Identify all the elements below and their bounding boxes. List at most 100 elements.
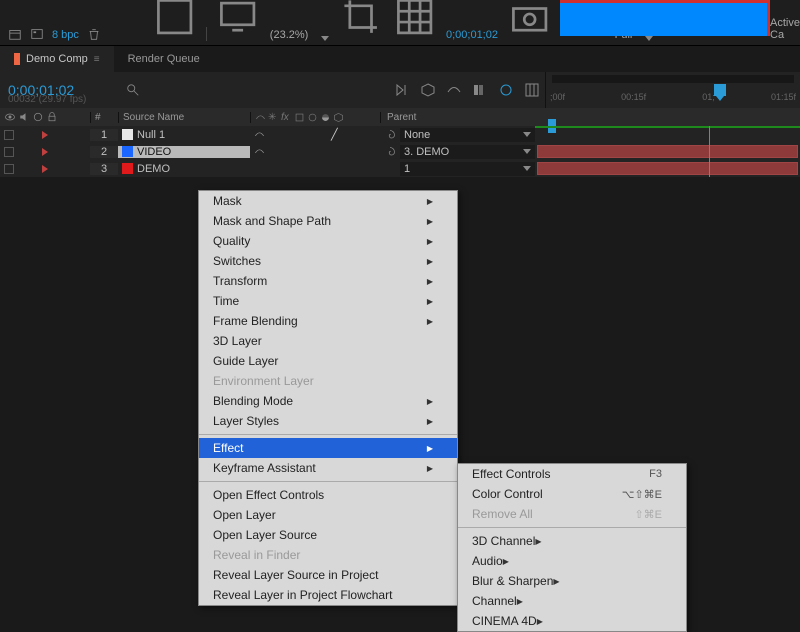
menu-item-blending-mode[interactable]: Blending Mode: [199, 391, 457, 411]
pickwhip-icon[interactable]: [384, 146, 396, 158]
shy-switch[interactable]: [254, 146, 265, 157]
menu-item-reveal-layer-source-in-project[interactable]: Reveal Layer Source in Project: [199, 565, 457, 585]
layer-row[interactable]: 2 VIDEO 3. DEMO: [0, 143, 800, 160]
tab-demo-comp[interactable]: Demo Comp ≡: [0, 46, 114, 72]
bpc-toggle[interactable]: 8 bpc: [52, 29, 79, 41]
menu-item-layer-styles[interactable]: Layer Styles: [199, 411, 457, 431]
3d-switch-icon: [333, 112, 344, 123]
adjustment-switch-icon: [320, 112, 331, 123]
frame-blend-icon[interactable]: [472, 82, 488, 98]
menu-item-open-effect-controls[interactable]: Open Effect Controls: [199, 485, 457, 505]
layer-name-cell[interactable]: VIDEO: [118, 146, 250, 158]
active-camera[interactable]: Active Ca: [770, 17, 800, 41]
composition-preview: [560, 0, 770, 36]
playhead-line: [709, 143, 710, 160]
menu-item-mask[interactable]: Mask: [199, 191, 457, 211]
menu-item-reveal-layer-in-project-flowchart[interactable]: Reveal Layer in Project Flowchart: [199, 585, 457, 605]
chevron-down-icon: [523, 149, 531, 154]
layer-bar[interactable]: [537, 162, 798, 175]
visibility-toggle[interactable]: [4, 130, 14, 140]
layer-name-cell[interactable]: Null 1: [118, 129, 250, 141]
col-number[interactable]: #: [90, 112, 118, 123]
parent-dropdown[interactable]: None: [400, 128, 535, 142]
submenu-item-channel[interactable]: Channel: [458, 591, 686, 611]
layer-row[interactable]: 1 Null 1 ╱ None: [0, 126, 800, 143]
submenu-item-cinema-4d[interactable]: CINEMA 4D: [458, 611, 686, 631]
parent-value: 3. DEMO: [404, 146, 449, 158]
submenu-item-audio[interactable]: Audio: [458, 551, 686, 571]
menu-separator: [458, 527, 686, 528]
grid-icon[interactable]: [393, 0, 436, 41]
eye-column-icon[interactable]: [4, 111, 16, 123]
shy-switch[interactable]: [254, 129, 265, 140]
lock-column-icon[interactable]: [46, 111, 58, 123]
menu-item-environment-layer: Environment Layer: [199, 371, 457, 391]
work-area-bar[interactable]: [552, 75, 794, 83]
motion-blur-icon[interactable]: [498, 82, 514, 98]
layer-color[interactable]: [122, 129, 133, 140]
layer-bar[interactable]: [537, 145, 798, 158]
col-parent[interactable]: Parent: [380, 112, 535, 123]
layer-context-menu: MaskMask and Shape PathQualitySwitchesTr…: [198, 190, 458, 606]
crop-icon[interactable]: [339, 0, 382, 41]
switch-slash[interactable]: ╱: [331, 128, 338, 141]
menu-item-quality[interactable]: Quality: [199, 231, 457, 251]
visibility-toggle[interactable]: [4, 147, 14, 157]
menu-item-open-layer-source[interactable]: Open Layer Source: [199, 525, 457, 545]
submenu-item-blur-sharpen[interactable]: Blur & Sharpen: [458, 571, 686, 591]
timeline-tools: [394, 82, 540, 98]
menu-item-keyframe-assistant[interactable]: Keyframe Assistant: [199, 458, 457, 478]
parent-dropdown[interactable]: 1: [400, 162, 535, 176]
bin-icon[interactable]: [8, 27, 22, 41]
tab-label: Demo Comp: [26, 53, 88, 65]
playhead[interactable]: [714, 84, 726, 96]
layer-color[interactable]: [122, 163, 133, 174]
comp-mini-flowchart-icon[interactable]: [394, 82, 410, 98]
time-ruler[interactable]: ;00f 00:15f 01; 01:15f: [545, 72, 800, 108]
menu-item-open-layer[interactable]: Open Layer: [199, 505, 457, 525]
expand-icon[interactable]: [42, 165, 48, 173]
layer-name-cell[interactable]: DEMO: [118, 163, 250, 175]
chevron-down-icon[interactable]: [321, 36, 329, 41]
snapshot-icon[interactable]: [508, 0, 551, 41]
tab-menu-icon[interactable]: ≡: [94, 54, 100, 65]
monitor-icon[interactable]: [216, 0, 259, 41]
menu-item-time[interactable]: Time: [199, 291, 457, 311]
preview-timecode[interactable]: 0;00;01;02: [446, 29, 498, 41]
zoom-level[interactable]: (23.2%): [270, 29, 309, 41]
layer-row[interactable]: 3 DEMO 1: [0, 160, 800, 177]
pickwhip-icon[interactable]: [384, 129, 396, 141]
mask-toggle-icon[interactable]: [153, 0, 196, 41]
trash-icon[interactable]: [87, 27, 101, 41]
tab-render-queue[interactable]: Render Queue: [114, 46, 214, 72]
submenu-item-color-control[interactable]: Color Control⌥⇧⌘E: [458, 484, 686, 504]
menu-item-mask-and-shape-path[interactable]: Mask and Shape Path: [199, 211, 457, 231]
audio-column-icon[interactable]: [18, 111, 30, 123]
menu-item-3d-layer[interactable]: 3D Layer: [199, 331, 457, 351]
menu-item-effect[interactable]: Effect: [199, 438, 457, 458]
menu-item-frame-blending[interactable]: Frame Blending: [199, 311, 457, 331]
col-source-name[interactable]: Source Name: [118, 112, 250, 123]
layer-number: 2: [90, 146, 118, 158]
expand-icon[interactable]: [42, 131, 48, 139]
playhead-line: [709, 126, 710, 143]
solo-column-icon[interactable]: [32, 111, 44, 123]
draft3d-icon[interactable]: [420, 82, 436, 98]
submenu-item-3d-channel[interactable]: 3D Channel: [458, 531, 686, 551]
layer-list: 1 Null 1 ╱ None 2 VIDEO: [0, 126, 800, 177]
menu-item-transform[interactable]: Transform: [199, 271, 457, 291]
chevron-down-icon[interactable]: [645, 36, 653, 41]
menu-item-switches[interactable]: Switches: [199, 251, 457, 271]
parent-dropdown[interactable]: 3. DEMO: [400, 145, 535, 159]
new-comp-icon[interactable]: [30, 27, 44, 41]
graph-editor-icon[interactable]: [524, 82, 540, 98]
layer-color[interactable]: [122, 146, 133, 157]
submenu-item-effect-controls[interactable]: Effect ControlsF3: [458, 464, 686, 484]
menu-item-guide-layer[interactable]: Guide Layer: [199, 351, 457, 371]
keyboard-shortcut: ⇧⌘E: [634, 508, 662, 521]
layer-number: 1: [90, 129, 118, 141]
search-icon[interactable]: [126, 83, 140, 97]
shy-icon[interactable]: [446, 82, 462, 98]
visibility-toggle[interactable]: [4, 164, 14, 174]
expand-icon[interactable]: [42, 148, 48, 156]
